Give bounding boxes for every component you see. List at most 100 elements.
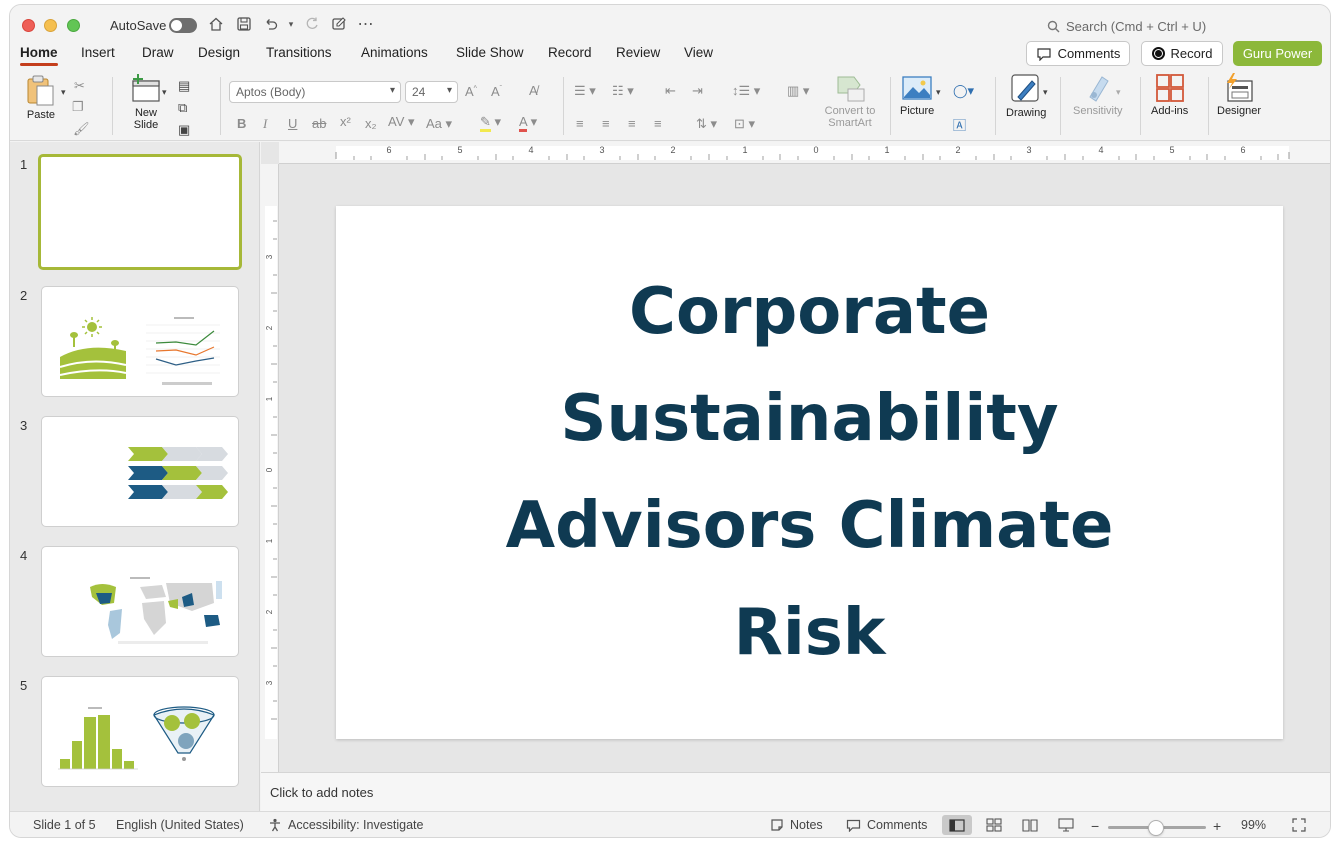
tab-design[interactable]: Design (198, 45, 240, 60)
italic-icon[interactable]: I (263, 116, 267, 132)
tab-review[interactable]: Review (616, 45, 660, 60)
font-name-select[interactable]: Aptos (Body) ▾ (229, 81, 401, 103)
new-slide-dropdown-chevron-icon[interactable]: ▾ (162, 87, 167, 98)
tab-transitions[interactable]: Transitions (266, 45, 332, 60)
record-button[interactable]: Record (1141, 41, 1223, 66)
zoom-in-icon[interactable]: + (1213, 818, 1221, 834)
text-direction-icon[interactable]: ⇅ ▾ (696, 116, 717, 132)
highlight-color-icon[interactable]: ✎ ▾ (480, 114, 501, 132)
designer-button[interactable]: Designer (1217, 73, 1261, 117)
search-box[interactable]: Search (Cmd + Ctrl + U) (1047, 19, 1206, 34)
fit-to-window-button[interactable] (1292, 818, 1306, 832)
shapes-icon[interactable]: ◯▾ (953, 83, 974, 99)
accessibility-label: Accessibility: Investigate (288, 818, 424, 832)
convert-to-smartart-button[interactable]: Convert to SmartArt (818, 73, 882, 129)
search-icon (1047, 20, 1060, 33)
slide-thumbnail-3[interactable] (41, 416, 239, 527)
add-ins-label: Add-ins (1151, 105, 1189, 117)
bullets-icon[interactable]: ☰ ▾ (574, 83, 596, 99)
tab-view[interactable]: View (684, 45, 713, 60)
align-text-icon[interactable]: ⊡ ▾ (734, 116, 755, 132)
slide-thumbnail-2[interactable] (41, 286, 239, 397)
tab-record[interactable]: Record (548, 45, 592, 60)
tab-insert[interactable]: Insert (81, 45, 115, 60)
tab-draw[interactable]: Draw (142, 45, 174, 60)
slide-thumbnail-5[interactable] (41, 676, 239, 787)
paste-dropdown-chevron-icon[interactable]: ▾ (61, 87, 66, 98)
undo-icon[interactable] (262, 15, 280, 33)
presenter-icon[interactable] (330, 15, 348, 33)
add-ins-button[interactable]: Add-ins (1151, 73, 1188, 117)
notes-toggle-button[interactable]: Notes (770, 818, 823, 832)
decrease-indent-icon[interactable]: ⇤ (665, 83, 676, 99)
align-left-icon[interactable]: ≡ (576, 116, 584, 131)
copy-icon[interactable]: ❐ (72, 99, 84, 115)
font-size-select[interactable]: 24 ▾ (405, 81, 458, 103)
more-options-icon[interactable]: ⋯ (357, 15, 375, 33)
title-bar: AutoSave ▾ ⋯ Search (Cmd + Ctrl + U) (10, 5, 1330, 45)
slide-title[interactable]: Corporate Sustainability Advisors Climat… (460, 259, 1160, 687)
undo-dropdown-chevron-icon[interactable]: ▾ (282, 15, 300, 33)
slide-thumbnail-4[interactable] (41, 546, 239, 657)
save-icon[interactable] (235, 15, 253, 33)
zoom-level-label[interactable]: 99% (1241, 818, 1266, 832)
format-painter-icon[interactable]: 🖌 (73, 121, 90, 137)
redo-icon[interactable] (303, 15, 321, 33)
bold-icon[interactable]: B (237, 116, 246, 131)
section-icon[interactable]: ▣ (178, 122, 190, 138)
slide-show-view-button[interactable] (1051, 815, 1081, 835)
font-color-icon[interactable]: A ▾ (519, 114, 537, 132)
new-slide-button[interactable]: New Slide (126, 73, 166, 131)
tab-home[interactable]: Home (20, 45, 58, 66)
picture-button[interactable]: Picture (900, 73, 934, 117)
current-slide[interactable]: Corporate Sustainability Advisors Climat… (336, 206, 1283, 739)
strikethrough-icon[interactable]: ab (312, 116, 326, 131)
sensitivity-dropdown-chevron-icon[interactable]: ▾ (1116, 87, 1121, 98)
font-name-chevron-icon: ▾ (389, 85, 395, 96)
normal-view-button[interactable] (942, 815, 972, 835)
numbering-icon[interactable]: ☷ ▾ (612, 83, 634, 99)
guru-power-button[interactable]: Guru Power (1233, 41, 1322, 66)
picture-dropdown-chevron-icon[interactable]: ▾ (936, 87, 941, 98)
zoom-out-icon[interactable]: − (1091, 818, 1099, 834)
character-spacing-icon[interactable]: AV ▾ (388, 114, 415, 130)
comments-button[interactable]: Comments (1026, 41, 1130, 66)
columns-icon[interactable]: ▥ ▾ (787, 83, 809, 99)
drawing-button[interactable]: Drawing (1006, 73, 1046, 119)
reset-slide-icon[interactable]: ⧉ (178, 100, 187, 116)
line-spacing-icon[interactable]: ↕☰ ▾ (732, 83, 760, 99)
slide-sorter-view-button[interactable] (979, 815, 1009, 835)
decrease-font-icon[interactable]: Aˇ (491, 84, 502, 99)
zoom-slider-handle[interactable] (1148, 820, 1164, 836)
notes-pane[interactable]: Click to add notes (261, 772, 1330, 811)
clear-formatting-icon[interactable]: A̸ (529, 83, 538, 98)
language-label[interactable]: English (United States) (116, 818, 244, 832)
increase-indent-icon[interactable]: ⇥ (692, 83, 703, 99)
justify-icon[interactable]: ≡ (654, 116, 662, 131)
fit-to-window-icon (1292, 818, 1306, 832)
autosave-toggle[interactable] (169, 18, 197, 33)
drawing-dropdown-chevron-icon[interactable]: ▾ (1043, 87, 1048, 98)
text-box-icon[interactable]: 🄰 (953, 115, 966, 134)
maximize-window-button[interactable] (67, 19, 80, 32)
home-icon[interactable] (207, 15, 225, 33)
cut-icon[interactable]: ✂ (74, 78, 85, 94)
change-case-icon[interactable]: Aa ▾ (426, 116, 452, 132)
increase-font-icon[interactable]: A^ (465, 84, 477, 99)
close-window-button[interactable] (22, 19, 35, 32)
align-center-icon[interactable]: ≡ (602, 116, 610, 131)
minimize-window-button[interactable] (44, 19, 57, 32)
reading-view-button[interactable] (1015, 815, 1045, 835)
sensitivity-icon (1089, 76, 1109, 102)
underline-icon[interactable]: U (288, 116, 297, 131)
slide-thumbnail-1[interactable] (38, 154, 242, 270)
subscript-icon[interactable]: x₂ (365, 116, 377, 131)
align-right-icon[interactable]: ≡ (628, 116, 636, 131)
paste-button[interactable]: Paste (24, 73, 58, 121)
superscript-icon[interactable]: x² (340, 114, 351, 129)
tab-slide-show[interactable]: Slide Show (456, 45, 524, 60)
accessibility-button[interactable]: Accessibility: Investigate (268, 818, 423, 832)
tab-animations[interactable]: Animations (361, 45, 428, 60)
layout-icon[interactable]: ▤ (178, 78, 190, 94)
comments-toggle-button[interactable]: Comments (846, 818, 927, 832)
